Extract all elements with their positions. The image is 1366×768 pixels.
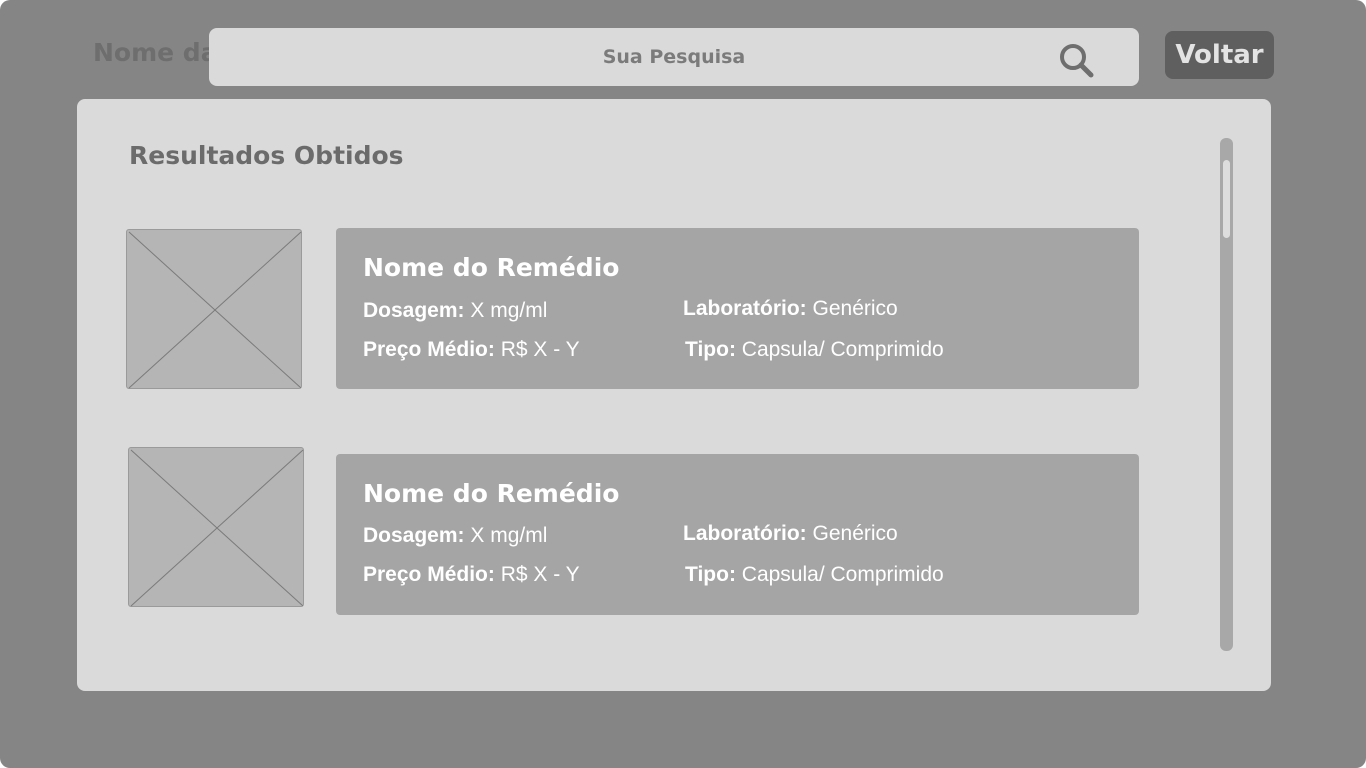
lab-value: Genérico	[812, 297, 898, 320]
image-placeholder-icon	[130, 449, 304, 607]
type-field: Tipo: Capsula/ Comprimido	[685, 338, 944, 362]
app-window: Nome da Sua Pesquisa Voltar Resultados O…	[0, 0, 1366, 768]
medicine-name: Nome do Remédio	[363, 479, 620, 508]
dosage-label: Dosagem:	[363, 299, 465, 322]
lab-label: Laboratório:	[683, 522, 807, 545]
result-card[interactable]: Nome do Remédio Dosagem: X mg/ml Preço M…	[336, 454, 1139, 615]
scrollbar-thumb[interactable]	[1223, 160, 1230, 238]
search-placeholder: Sua Pesquisa	[602, 46, 746, 68]
type-field: Tipo: Capsula/ Comprimido	[685, 563, 944, 587]
search-input[interactable]: Sua Pesquisa	[209, 28, 1139, 86]
price-value: R$ X - Y	[500, 563, 580, 586]
app-title: Nome da	[93, 38, 218, 67]
image-placeholder-icon	[128, 231, 302, 389]
results-title: Resultados Obtidos	[129, 141, 404, 170]
lab-label: Laboratório:	[683, 297, 807, 320]
price-field: Preço Médio: R$ X - Y	[363, 338, 580, 362]
medicine-image-placeholder	[126, 229, 302, 389]
back-button[interactable]: Voltar	[1165, 31, 1274, 79]
lab-value: Genérico	[812, 522, 898, 545]
result-card[interactable]: Nome do Remédio Dosagem: X mg/ml Preço M…	[336, 228, 1139, 389]
type-value: Capsula/ Comprimido	[741, 563, 944, 586]
dosage-value: X mg/ml	[470, 524, 548, 547]
lab-field: Laboratório: Genérico	[683, 522, 898, 546]
dosage-label: Dosagem:	[363, 524, 465, 547]
type-label: Tipo:	[685, 563, 736, 586]
results-scrollbar[interactable]	[1220, 138, 1233, 651]
results-panel: Resultados Obtidos Nome do Remédio Dosag…	[77, 99, 1271, 691]
dosage-field: Dosagem: X mg/ml	[363, 524, 547, 548]
price-value: R$ X - Y	[500, 338, 580, 361]
medicine-name: Nome do Remédio	[363, 253, 620, 282]
price-label: Preço Médio:	[363, 338, 495, 361]
search-icon[interactable]	[1058, 42, 1094, 78]
medicine-image-placeholder	[128, 447, 304, 607]
lab-field: Laboratório: Genérico	[683, 297, 898, 321]
type-value: Capsula/ Comprimido	[741, 338, 944, 361]
price-field: Preço Médio: R$ X - Y	[363, 563, 580, 587]
price-label: Preço Médio:	[363, 563, 495, 586]
dosage-value: X mg/ml	[470, 299, 548, 322]
dosage-field: Dosagem: X mg/ml	[363, 299, 547, 323]
type-label: Tipo:	[685, 338, 736, 361]
